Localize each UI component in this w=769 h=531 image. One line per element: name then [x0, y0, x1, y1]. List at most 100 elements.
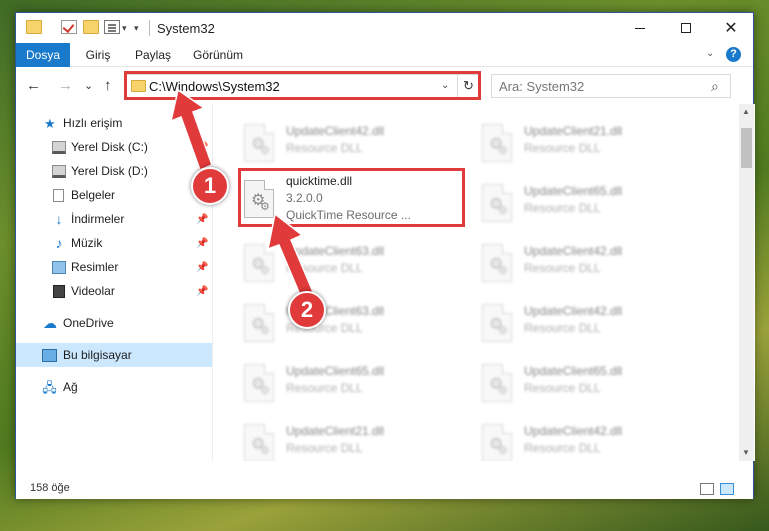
file-tile[interactable]: ⚙ ⚙ UpdateClient42.dll Resource DLL: [240, 114, 470, 168]
file-tile[interactable]: ⚙ ⚙ UpdateClient42.dll Resource DLL: [478, 234, 708, 288]
sidebar-item-documents[interactable]: Belgeler 📌: [16, 183, 212, 207]
file-highlight-box: [238, 168, 465, 227]
file-name: UpdateClient21.dll: [524, 124, 623, 138]
back-button[interactable]: ←: [26, 77, 41, 94]
pin-icon[interactable]: 📌: [196, 142, 208, 153]
file-type: Resource DLL: [524, 441, 601, 455]
tiles-view-icon[interactable]: [720, 483, 734, 495]
close-icon: ✕: [724, 20, 738, 37]
file-tile[interactable]: ⚙ ⚙ UpdateClient21.dll Resource DLL: [478, 114, 708, 168]
scrollbar-thumb[interactable]: [741, 128, 752, 168]
new-folder-icon[interactable]: [83, 20, 99, 34]
minimize-icon: [635, 27, 645, 29]
ribbon-tabs: Dosya Giriş Paylaş Görünüm ⌄ ?: [16, 43, 753, 67]
sidebar-item-disk-c[interactable]: Yerel Disk (C:) 📌: [16, 135, 212, 159]
step-2-badge: 2: [288, 291, 326, 329]
file-name: UpdateClient65.dll: [286, 364, 385, 378]
documents-icon: [53, 188, 64, 202]
search-icon: ⌕: [711, 78, 719, 94]
dll-file-icon: ⚙ ⚙: [482, 184, 514, 222]
pin-icon[interactable]: 📌: [196, 238, 208, 249]
file-name: UpdateClient63.dll: [286, 244, 385, 258]
pin-icon[interactable]: 📌: [196, 262, 208, 273]
customize-qa-icon[interactable]: ▾: [134, 23, 139, 34]
sidebar-item-quick-access[interactable]: ★ Hızlı erişim: [16, 111, 212, 135]
sidebar-item-music[interactable]: ♪ Müzik 📌: [16, 231, 212, 255]
maximize-icon: [681, 23, 691, 33]
star-icon: ★: [44, 115, 56, 131]
forward-button[interactable]: →: [58, 77, 73, 94]
details-view-icon[interactable]: [700, 483, 714, 495]
sidebar-item-label: Yerel Disk (C:): [71, 140, 148, 154]
file-tile[interactable]: ⚙ ⚙ UpdateClient65.dll Resource DLL: [478, 174, 708, 228]
step-1-badge: 1: [191, 167, 229, 205]
file-name: UpdateClient65.dll: [524, 184, 623, 198]
window-title: System32: [157, 21, 215, 36]
sidebar-item-label: Yerel Disk (D:): [71, 164, 148, 178]
sidebar-item-downloads[interactable]: ↓ İndirmeler 📌: [16, 207, 212, 231]
up-button[interactable]: ↑: [104, 77, 112, 94]
address-row: ← → ⌄ ↑ C:\Windows\System32 ⌄ ↻ Ara: Sys…: [16, 68, 753, 104]
drive-icon: [52, 164, 66, 178]
qa-dropdown-icon[interactable]: ▾: [122, 23, 127, 34]
pane-divider[interactable]: [212, 104, 213, 461]
search-input[interactable]: Ara: System32: [499, 79, 584, 94]
navigation-pane: ★ Hızlı erişim Yerel Disk (C:) 📌 Yerel D…: [16, 104, 214, 461]
pin-icon[interactable]: 📌: [196, 286, 208, 297]
file-tile[interactable]: ⚙ ⚙ UpdateClient42.dll Resource DLL: [478, 414, 708, 461]
dll-file-icon: ⚙ ⚙: [482, 304, 514, 342]
file-type: Resource DLL: [524, 321, 601, 335]
tab-home[interactable]: Giriş: [78, 43, 118, 67]
file-explorer-window: ▾ ▾ System32 ✕ Dosya Giriş Paylaş Görünü…: [15, 12, 755, 499]
file-tile[interactable]: ⚙ ⚙ UpdateClient21.dll Resource DLL: [240, 414, 470, 461]
file-tile[interactable]: ⚙ ⚙ UpdateClient65.dll Resource DLL: [478, 354, 708, 408]
sidebar-item-onedrive[interactable]: ☁ OneDrive: [16, 311, 212, 335]
sidebar-item-label: İndirmeler: [71, 212, 125, 226]
dll-file-icon: ⚙ ⚙: [482, 364, 514, 402]
computer-icon: [42, 348, 57, 362]
minimize-button[interactable]: [617, 13, 663, 43]
address-highlight-box: [124, 71, 481, 100]
music-icon: ♪: [55, 234, 63, 251]
file-name: UpdateClient21.dll: [286, 424, 385, 438]
dll-file-icon: ⚙ ⚙: [244, 424, 276, 461]
tab-view[interactable]: Görünüm: [188, 43, 248, 67]
scroll-down-icon[interactable]: ▼: [742, 448, 750, 457]
file-type: Resource DLL: [286, 381, 363, 395]
dll-file-icon: ⚙ ⚙: [244, 124, 276, 162]
close-button[interactable]: ✕: [708, 13, 754, 43]
file-list: ⚙ ⚙ UpdateClient42.dll Resource DLL ⚙ ⚙ qu…: [214, 104, 755, 461]
maximize-button[interactable]: [663, 13, 709, 43]
rename-icon[interactable]: [104, 20, 120, 34]
file-tile[interactable]: ⚙ ⚙ UpdateClient63.dll Resource DLL: [240, 234, 470, 288]
sidebar-item-this-pc[interactable]: Bu bilgisayar: [16, 343, 212, 367]
properties-check-icon[interactable]: [61, 20, 77, 34]
folder-icon: [26, 20, 42, 34]
dll-file-icon: ⚙ ⚙: [244, 244, 276, 282]
recent-locations-button[interactable]: ⌄: [84, 79, 93, 92]
sidebar-item-pictures[interactable]: Resimler 📌: [16, 255, 212, 279]
sidebar-item-disk-d[interactable]: Yerel Disk (D:) 📌: [16, 159, 212, 183]
title-bar: ▾ ▾ System32 ✕: [16, 13, 753, 43]
pin-icon[interactable]: 📌: [196, 214, 208, 225]
sidebar-item-network[interactable]: 🖧 Ağ: [16, 375, 212, 399]
title-separator: [149, 20, 150, 36]
vertical-scrollbar[interactable]: ▲ ▼: [739, 104, 754, 461]
file-tile[interactable]: ⚙ ⚙ UpdateClient42.dll Resource DLL: [478, 294, 708, 348]
sidebar-item-label: Hızlı erişim: [63, 116, 123, 130]
file-type: Resource DLL: [286, 261, 363, 275]
tab-share[interactable]: Paylaş: [128, 43, 178, 67]
sidebar-item-label: Müzik: [71, 236, 103, 250]
expand-ribbon-icon[interactable]: ⌄: [706, 48, 714, 59]
dll-file-icon: ⚙ ⚙: [244, 364, 276, 402]
file-tile[interactable]: ⚙ ⚙ UpdateClient65.dll Resource DLL: [240, 354, 470, 408]
search-box[interactable]: Ara: System32 ⌕: [491, 74, 731, 98]
scroll-up-icon[interactable]: ▲: [742, 107, 750, 116]
help-icon[interactable]: ?: [726, 47, 741, 62]
sidebar-item-videos[interactable]: Videolar 📌: [16, 279, 212, 303]
tab-file[interactable]: Dosya: [16, 43, 70, 67]
file-tile[interactable]: ⚙ ⚙ UpdateClient63.dll Resource DLL: [240, 294, 470, 348]
videos-icon: [53, 284, 65, 298]
file-name: UpdateClient65.dll: [524, 364, 623, 378]
file-type: Resource DLL: [524, 261, 601, 275]
